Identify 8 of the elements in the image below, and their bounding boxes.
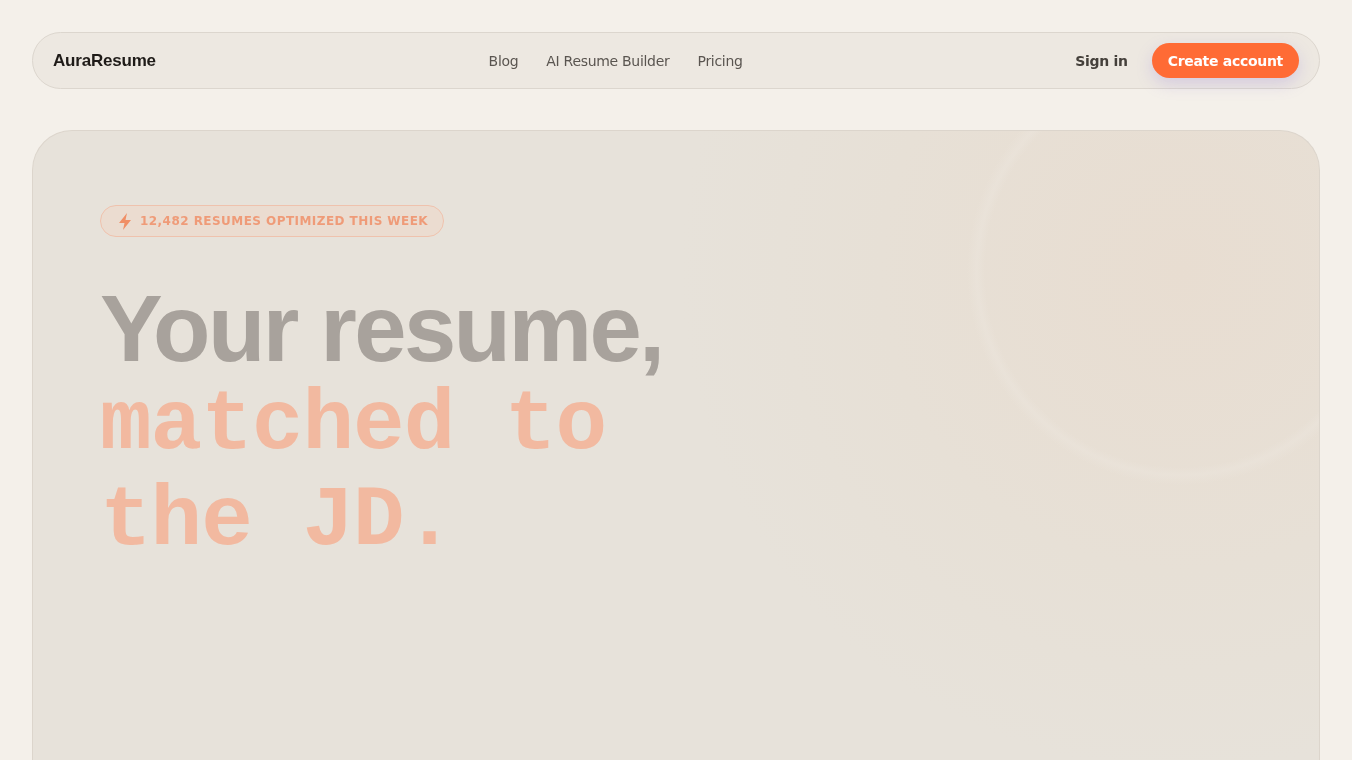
badge-text: 12,482 RESUMES OPTIMIZED THIS WEEK	[140, 214, 429, 228]
logo-text[interactable]: AuraResume	[53, 50, 156, 71]
nav-link[interactable]: Blog	[488, 52, 519, 69]
hero-headline: Your resume, matched to the JD.	[100, 281, 664, 569]
lightning-bolt-icon	[118, 212, 132, 230]
nav-link[interactable]: AI Resume Builder	[546, 52, 670, 69]
sign-in-link[interactable]: Sign in	[1075, 52, 1128, 69]
nav-link[interactable]: Pricing	[697, 52, 743, 69]
